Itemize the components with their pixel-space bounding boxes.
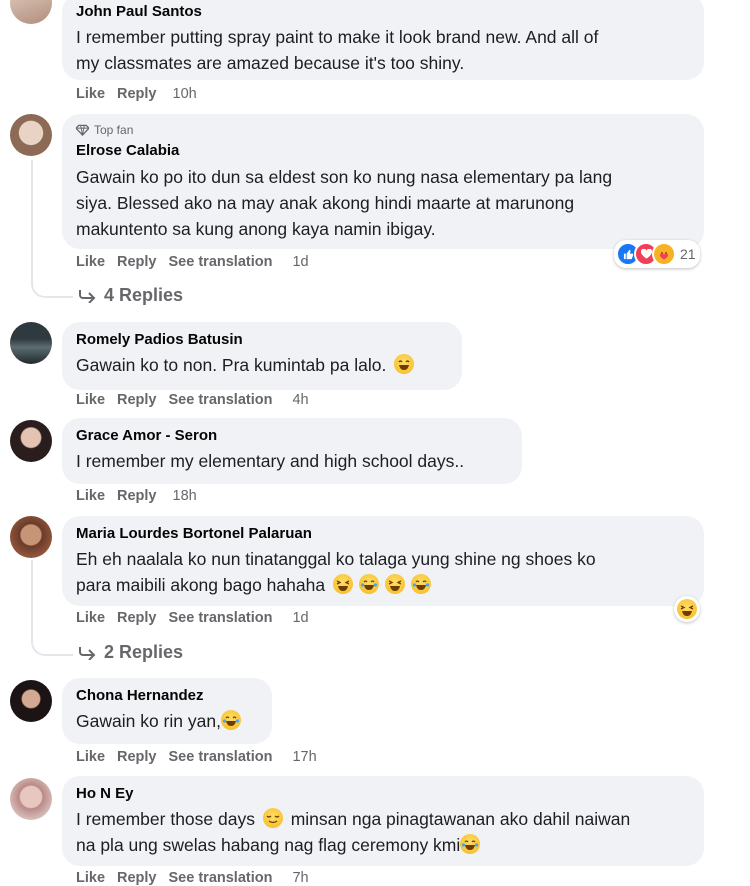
laugh-emoji-icon xyxy=(410,574,431,594)
comment-text: Gawain ko po ito dun sa eldest son ko nu… xyxy=(76,167,613,239)
reply-button[interactable]: Reply xyxy=(117,610,157,626)
top-fan-badge: Top fan xyxy=(76,122,690,138)
like-button[interactable]: Like xyxy=(76,610,105,626)
comment-actions: Like Reply See translation 1d xyxy=(76,610,309,626)
thread-line xyxy=(31,160,33,274)
care-reaction-icon xyxy=(652,242,676,266)
like-button[interactable]: Like xyxy=(76,488,105,504)
laugh-reaction-badge[interactable] xyxy=(674,596,700,622)
smile-emoji-icon xyxy=(394,354,415,374)
see-translation-link[interactable]: See translation xyxy=(169,749,273,765)
like-button[interactable]: Like xyxy=(76,870,105,886)
comment-actions: Like Reply See translation 4h xyxy=(76,392,309,408)
avatar[interactable] xyxy=(10,680,52,722)
like-button[interactable]: Like xyxy=(76,86,105,102)
avatar[interactable] xyxy=(10,420,52,462)
commenter-name[interactable]: Elrose Calabia xyxy=(76,141,690,160)
thread-line xyxy=(31,560,33,632)
see-translation-link[interactable]: See translation xyxy=(169,392,273,408)
comment-timestamp[interactable]: 4h xyxy=(292,392,308,408)
comment-text: Gawain ko to non. Pra kumintab pa lalo. xyxy=(76,352,448,378)
comment-timestamp[interactable]: 10h xyxy=(173,86,197,102)
comment-bubble: Grace Amor - Seron I remember my element… xyxy=(62,418,522,484)
badge-label: Top fan xyxy=(94,123,134,137)
reply-arrow-icon xyxy=(79,289,96,303)
reply-button[interactable]: Reply xyxy=(117,86,157,102)
comment-timestamp[interactable]: 1d xyxy=(292,610,308,626)
comment-timestamp[interactable]: 17h xyxy=(292,749,316,765)
commenter-name[interactable]: John Paul Santos xyxy=(76,2,690,21)
comment-bubble: Chona Hernandez Gawain ko rin yan, xyxy=(62,678,272,744)
avatar[interactable] xyxy=(10,322,52,364)
reply-button[interactable]: Reply xyxy=(117,392,157,408)
like-button[interactable]: Like xyxy=(76,749,105,765)
comment-timestamp[interactable]: 18h xyxy=(173,488,197,504)
diamond-icon xyxy=(76,124,89,136)
laugh-emoji-icon xyxy=(677,599,697,619)
replies-count: 4 Replies xyxy=(104,285,184,305)
laugh-emoji-icon xyxy=(460,834,481,854)
comment-text: I remember my elementary and high school… xyxy=(76,451,465,471)
reaction-summary[interactable]: 21 xyxy=(614,240,700,268)
commenter-name[interactable]: Chona Hernandez xyxy=(76,686,258,705)
comment-bubble: Top fan Elrose Calabia Gawain ko po ito … xyxy=(62,114,704,249)
comment-text: I remember those days minsan nga pinagta… xyxy=(76,806,690,858)
reply-button[interactable]: Reply xyxy=(117,254,157,270)
laugh-emoji-icon xyxy=(358,574,379,594)
laugh-emoji-icon xyxy=(220,710,241,730)
avatar[interactable] xyxy=(10,516,52,558)
comment-text: Gawain ko rin yan, xyxy=(76,708,258,734)
comment-text: I remember putting spray paint to make i… xyxy=(76,27,599,73)
like-button[interactable]: Like xyxy=(76,392,105,408)
reply-arrow-icon xyxy=(79,646,96,660)
comment-actions: Like Reply See translation 7h xyxy=(76,870,309,886)
see-translation-link[interactable]: See translation xyxy=(169,870,273,886)
commenter-name[interactable]: Romely Padios Batusin xyxy=(76,330,448,349)
avatar[interactable] xyxy=(10,0,52,24)
comment-text: Eh eh naalala ko nun tinatanggal ko tala… xyxy=(76,546,690,598)
comment-actions: Like Reply 18h xyxy=(76,488,197,504)
replies-count: 2 Replies xyxy=(104,642,184,662)
thread-connector xyxy=(31,272,73,298)
see-translation-link[interactable]: See translation xyxy=(169,254,273,270)
laugh-emoji-icon xyxy=(332,574,353,594)
avatar[interactable] xyxy=(10,778,52,820)
commenter-name[interactable]: Ho N Ey xyxy=(76,784,690,803)
comment-bubble: Ho N Ey I remember those days minsan nga… xyxy=(62,776,704,866)
comment-text-body: Gawain ko to non. Pra kumintab pa lalo. xyxy=(76,355,387,375)
comment-timestamp[interactable]: 1d xyxy=(292,254,308,270)
reply-button[interactable]: Reply xyxy=(117,749,157,765)
laugh-emoji-icon xyxy=(384,574,405,594)
comment-actions: Like Reply See translation 17h xyxy=(76,749,317,765)
reaction-count: 21 xyxy=(680,246,696,262)
comment-bubble: Maria Lourdes Bortonel Palaruan Eh eh na… xyxy=(62,516,704,606)
comment-bubble: John Paul Santos I remember putting spra… xyxy=(62,0,704,80)
see-translation-link[interactable]: See translation xyxy=(169,610,273,626)
commenter-name[interactable]: Maria Lourdes Bortonel Palaruan xyxy=(76,524,690,543)
like-button[interactable]: Like xyxy=(76,254,105,270)
comment-actions: Like Reply See translation 1d xyxy=(76,254,309,270)
reply-button[interactable]: Reply xyxy=(117,488,157,504)
comment-actions: Like Reply 10h xyxy=(76,86,197,102)
view-replies-button[interactable]: 2 Replies xyxy=(78,642,183,663)
relieved-emoji-icon xyxy=(262,808,283,828)
thread-connector xyxy=(31,630,73,656)
view-replies-button[interactable]: 4 Replies xyxy=(78,285,183,306)
comment-bubble: Romely Padios Batusin Gawain ko to non. … xyxy=(62,322,462,390)
avatar[interactable] xyxy=(10,114,52,156)
reply-button[interactable]: Reply xyxy=(117,870,157,886)
comment-text-body: Gawain ko rin yan, xyxy=(76,711,221,731)
comment-timestamp[interactable]: 7h xyxy=(292,870,308,886)
commenter-name[interactable]: Grace Amor - Seron xyxy=(76,426,508,445)
comment-text-body: I remember those days xyxy=(76,809,255,829)
